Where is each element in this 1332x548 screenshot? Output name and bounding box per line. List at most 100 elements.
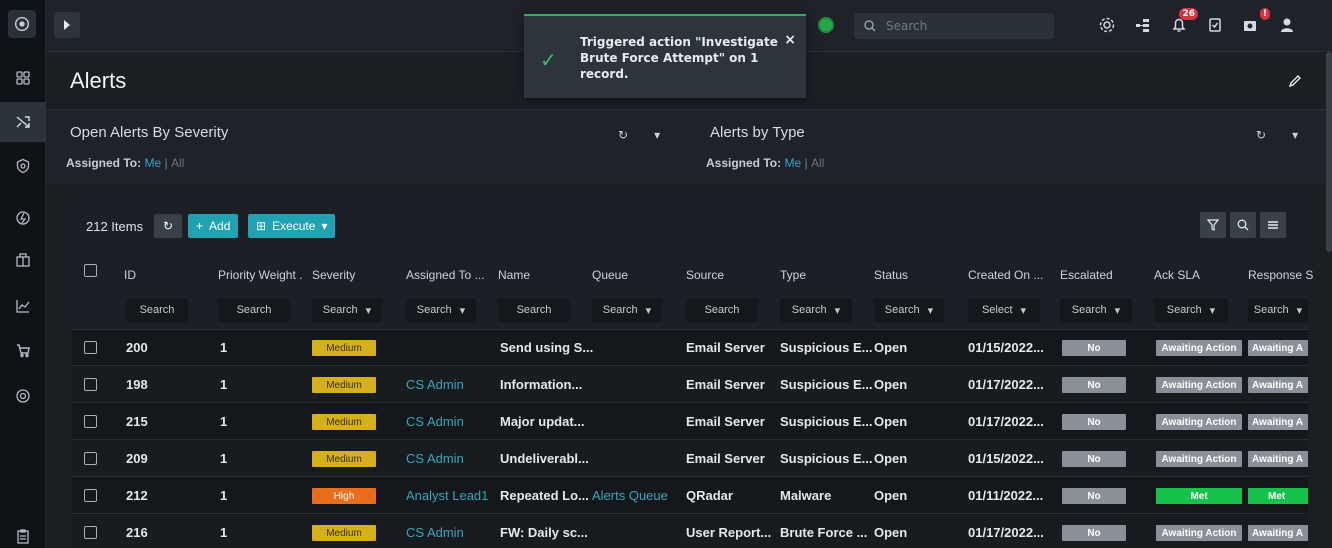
toast-close-button[interactable]: × xyxy=(784,32,796,48)
filter-button[interactable] xyxy=(1200,212,1226,238)
refresh-button[interactable]: ↻ xyxy=(154,214,182,238)
refresh-icon[interactable]: ↻ xyxy=(618,128,628,142)
column-header[interactable]: Severity xyxy=(312,268,355,282)
grid-search-button[interactable] xyxy=(1230,212,1256,238)
column-menu-button[interactable] xyxy=(1260,212,1286,238)
column-filter[interactable]: Search ▾ xyxy=(1154,298,1228,322)
column-header[interactable]: Assigned To ... xyxy=(406,268,485,282)
add-button-label: Add xyxy=(209,219,231,233)
reports-icon[interactable] xyxy=(0,286,46,326)
cell-priority: 1 xyxy=(220,525,228,540)
incident-response-icon[interactable] xyxy=(0,102,46,142)
assigned-me-link[interactable]: Me xyxy=(144,156,161,170)
chevron-down-icon[interactable]: ▾ xyxy=(654,128,660,142)
column-filter[interactable]: Select ▾ xyxy=(968,298,1040,322)
select-all-checkbox[interactable] xyxy=(84,264,97,277)
assigned-me-link[interactable]: Me xyxy=(784,156,801,170)
column-filter[interactable]: Search xyxy=(686,298,758,322)
settings-icon[interactable] xyxy=(1096,14,1118,36)
column-filter[interactable]: Search xyxy=(498,298,570,322)
cell-name[interactable]: Major updat... xyxy=(500,414,585,429)
assigned-all-link[interactable]: All xyxy=(811,156,824,170)
row-checkbox[interactable] xyxy=(84,526,97,539)
table-row[interactable]: 212 1 High Analyst Lead1 Repeated Lo... Alert… xyxy=(72,478,1308,514)
column-header[interactable]: Status xyxy=(874,268,908,282)
column-header[interactable]: ID xyxy=(124,268,136,282)
chevron-down-icon[interactable]: ▾ xyxy=(1292,128,1298,142)
cell-queue-link[interactable]: Alerts Queue xyxy=(592,488,668,503)
cell-id: 215 xyxy=(126,414,148,429)
plus-icon: + xyxy=(196,219,204,233)
cell-created-on: 01/17/2022... xyxy=(968,525,1044,540)
tasks-clipboard-icon[interactable] xyxy=(0,524,46,548)
column-filter[interactable]: Search xyxy=(126,298,188,322)
workflows-status-icon[interactable]: ! xyxy=(1240,8,1270,36)
workflow-icon[interactable] xyxy=(1132,14,1154,36)
column-filter[interactable]: Search ▾ xyxy=(1248,298,1308,322)
page-scrollbar[interactable] xyxy=(1326,52,1332,252)
resources-icon[interactable] xyxy=(0,240,46,280)
cell-id: 216 xyxy=(126,525,148,540)
column-header[interactable]: Response S xyxy=(1248,268,1313,282)
column-filter[interactable]: Search ▾ xyxy=(780,298,852,322)
table-row[interactable]: 215 1 Medium CS Admin Major updat... Email Se… xyxy=(72,404,1308,440)
search-icon xyxy=(864,20,876,32)
cell-source: Email Server xyxy=(686,414,765,429)
cell-name[interactable]: Send using S... xyxy=(500,340,593,355)
row-checkbox[interactable] xyxy=(84,415,97,428)
cell-name[interactable]: Repeated Lo... xyxy=(500,488,589,503)
cell-assigned-link[interactable]: Analyst Lead1 xyxy=(406,488,488,503)
cell-id: 212 xyxy=(126,488,148,503)
column-filter[interactable]: Search ▾ xyxy=(312,298,382,322)
refresh-icon[interactable]: ↻ xyxy=(1256,128,1266,142)
approvals-clipboard-icon[interactable] xyxy=(1204,14,1226,36)
column-filter[interactable]: Search ▾ xyxy=(592,298,662,322)
cell-assigned-link[interactable]: CS Admin xyxy=(406,377,464,392)
column-header[interactable]: Type xyxy=(780,268,806,282)
user-avatar-icon[interactable] xyxy=(1276,14,1298,36)
row-checkbox[interactable] xyxy=(84,341,97,354)
cell-created-on: 01/17/2022... xyxy=(968,414,1044,429)
column-header[interactable]: Created On ... xyxy=(968,268,1043,282)
column-header[interactable]: Escalated xyxy=(1060,268,1113,282)
row-checkbox[interactable] xyxy=(84,452,97,465)
column-header[interactable]: Ack SLA xyxy=(1154,268,1200,282)
column-header[interactable]: Priority Weight . xyxy=(218,268,302,282)
column-filter[interactable]: Search xyxy=(218,298,290,322)
item-count: 212 Items xyxy=(86,219,144,234)
cell-name[interactable]: Undeliverabl... xyxy=(500,451,589,466)
row-checkbox[interactable] xyxy=(84,378,97,391)
table-row[interactable]: 200 1 Medium Send using S... Email Server Sus… xyxy=(72,330,1308,366)
table-row[interactable]: 216 1 Medium CS Admin FW: Daily sc... User Re… xyxy=(72,515,1308,548)
automation-icon[interactable] xyxy=(0,198,46,238)
cell-created-on: 01/15/2022... xyxy=(968,451,1044,466)
column-filter[interactable]: Search ▾ xyxy=(874,298,944,322)
assigned-all-link[interactable]: All xyxy=(171,156,184,170)
column-filter[interactable]: Search ▾ xyxy=(406,298,476,322)
notifications-bell-icon[interactable]: 26 xyxy=(1168,8,1198,36)
expand-sidebar-button[interactable] xyxy=(54,12,80,38)
dashboard-icon[interactable] xyxy=(0,58,46,98)
cell-name[interactable]: Information... xyxy=(500,377,582,392)
column-filter[interactable]: Search ▾ xyxy=(1060,298,1132,322)
table-row[interactable]: 209 1 Medium CS Admin Undeliverabl... Email S… xyxy=(72,441,1308,477)
content-hub-icon[interactable] xyxy=(0,330,46,370)
cell-assigned-link[interactable]: CS Admin xyxy=(406,414,464,429)
add-button[interactable]: + Add xyxy=(188,214,239,238)
app-logo-icon[interactable] xyxy=(8,10,36,38)
cell-assigned-link[interactable]: CS Admin xyxy=(406,525,464,540)
table-row[interactable]: 198 1 Medium CS Admin Information... Email Se… xyxy=(72,367,1308,403)
column-header[interactable]: Source xyxy=(686,268,724,282)
settings-gear-icon[interactable] xyxy=(0,376,46,416)
response-sla-badge: Awaiting A xyxy=(1248,451,1308,467)
cell-name[interactable]: FW: Daily sc... xyxy=(500,525,588,540)
cell-assigned-link[interactable]: CS Admin xyxy=(406,451,464,466)
global-search-input[interactable] xyxy=(886,19,1036,33)
column-header[interactable]: Queue xyxy=(592,268,628,282)
execute-button[interactable]: ⊞ Execute ▾ xyxy=(248,214,336,238)
row-checkbox[interactable] xyxy=(84,489,97,502)
global-search[interactable] xyxy=(854,13,1054,39)
edit-pencil-icon[interactable] xyxy=(1288,74,1302,91)
column-header[interactable]: Name xyxy=(498,268,530,282)
shield-icon[interactable] xyxy=(0,146,46,186)
